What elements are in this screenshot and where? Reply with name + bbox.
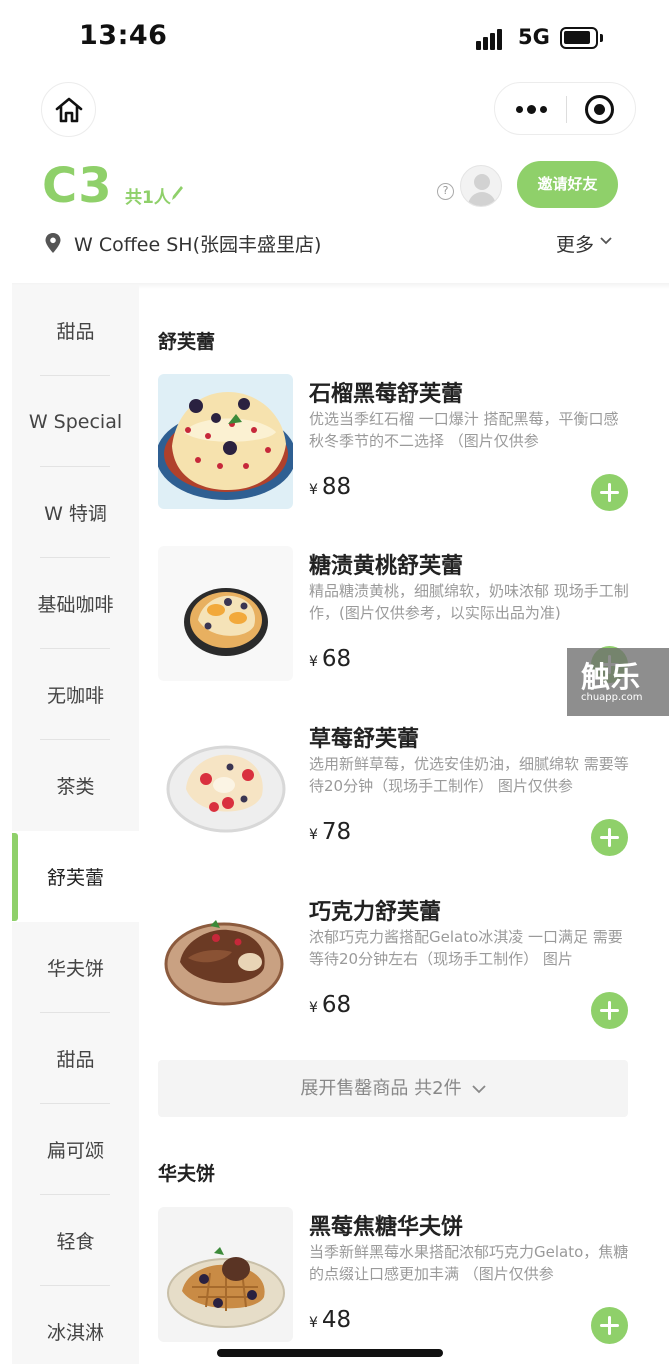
- sidebar-item-label: 基础咖啡: [37, 594, 114, 616]
- sidebar-item-no-coffee[interactable]: 无咖啡: [12, 649, 139, 740]
- sidebar-item-label: 无咖啡: [46, 685, 104, 707]
- sidebar-item-label: 舒芙蕾: [46, 867, 104, 889]
- home-icon: [55, 97, 82, 122]
- sidebar-item-dessert[interactable]: 甜品: [12, 285, 139, 376]
- product-card[interactable]: 草莓舒芙蕾 选用新鲜草莓，优选安佳奶油，细腻绵软 需要等待20分钟（现场手工制作…: [158, 719, 633, 856]
- product-image: [158, 719, 293, 854]
- currency-symbol: ¥: [309, 654, 318, 670]
- sidebar-item-label: 扁可颂: [46, 1140, 104, 1162]
- chevron-down-icon: [471, 1084, 486, 1093]
- sidebar-item-label: 轻食: [56, 1231, 95, 1253]
- price-value: 68: [321, 992, 352, 1018]
- currency-symbol: ¥: [309, 482, 318, 498]
- sidebar-item-waffle[interactable]: 华夫饼: [12, 922, 139, 1013]
- add-to-cart-button[interactable]: [591, 474, 628, 511]
- people-count[interactable]: 共1人: [125, 183, 171, 208]
- section-title-souffle: 舒芙蕾: [158, 331, 216, 353]
- home-indicator[interactable]: [217, 1349, 443, 1357]
- sidebar-item-label: 华夫饼: [46, 958, 104, 980]
- sidebar-item-w-signature[interactable]: W 特调: [12, 467, 139, 558]
- mini-program-capsule: [494, 82, 636, 135]
- store-row[interactable]: W Coffee SH(张园丰盛里店) 更多: [44, 228, 624, 258]
- status-time: 13:46: [79, 20, 168, 51]
- product-card[interactable]: 黑莓焦糖华夫饼 当季新鲜黑莓水果搭配浓郁巧克力Gelato，焦糖的点缀让口感更加…: [158, 1207, 633, 1344]
- chevron-down-icon[interactable]: [600, 237, 612, 245]
- invite-friends-button[interactable]: 邀请好友: [517, 161, 618, 208]
- section-title-waffle: 华夫饼: [158, 1163, 216, 1185]
- price-value: 78: [321, 819, 352, 845]
- sidebar-item-w-special[interactable]: W Special: [12, 376, 139, 467]
- product-desc: 优选当季红石榴 一口爆汁 搭配黑莓，平衡口感 秋冬季节的不二选择 （图片仅供参: [309, 410, 619, 450]
- product-name: 巧克力舒芙蕾: [309, 900, 442, 925]
- add-to-cart-button[interactable]: [591, 1307, 628, 1344]
- sidebar-item-label: W Special: [28, 410, 123, 433]
- more-options-icon[interactable]: [513, 83, 549, 136]
- store-name: W Coffee SH(张园丰盛里店): [74, 234, 322, 256]
- product-image: [158, 546, 293, 681]
- close-target-icon[interactable]: [585, 95, 614, 124]
- watermark-title: 触乐: [581, 660, 642, 694]
- sidebar-item-label: 茶类: [56, 776, 95, 798]
- avatar[interactable]: [460, 165, 502, 207]
- add-to-cart-button[interactable]: [591, 819, 628, 856]
- sidebar-item-light-meal[interactable]: 轻食: [12, 1195, 139, 1286]
- product-name: 糖渍黄桃舒芙蕾: [309, 554, 464, 579]
- sidebar-item-tea[interactable]: 茶类: [12, 740, 139, 831]
- product-desc: 精品糖渍黄桃，细腻绵软，奶味浓郁 现场手工制作，(图片仅供参考，以实际出品为准): [309, 582, 629, 622]
- product-price: ¥68: [309, 992, 351, 1018]
- price-value: 48: [321, 1307, 352, 1333]
- product-name: 黑莓焦糖华夫饼: [309, 1215, 464, 1240]
- sidebar-item-label: W 特调: [44, 503, 107, 525]
- battery-icon: [560, 27, 603, 49]
- sidebar-item-label: 甜品: [56, 1049, 95, 1071]
- product-price: ¥78: [309, 819, 351, 845]
- watermark-subtitle: chuapp.com: [581, 692, 643, 703]
- product-desc: 当季新鲜黑莓水果搭配浓郁巧克力Gelato，焦糖的点缀让口感更加丰满 （图片仅供…: [309, 1243, 629, 1283]
- capsule-divider: [566, 96, 567, 123]
- network-type: 5G: [518, 25, 550, 49]
- pencil-icon[interactable]: [170, 184, 184, 202]
- currency-symbol: ¥: [309, 1000, 318, 1016]
- currency-symbol: ¥: [309, 1315, 318, 1331]
- sidebar-item-flat-croissant[interactable]: 扁可颂: [12, 1104, 139, 1195]
- sidebar-item-basic-coffee[interactable]: 基础咖啡: [12, 558, 139, 649]
- product-card[interactable]: 糖渍黄桃舒芙蕾 精品糖渍黄桃，细腻绵软，奶味浓郁 现场手工制作，(图片仅供参考，…: [158, 546, 633, 683]
- product-image: [158, 892, 293, 1027]
- product-price: ¥48: [309, 1307, 351, 1333]
- product-card[interactable]: 巧克力舒芙蕾 浓郁巧克力酱搭配Gelato冰淇凌 一口满足 需要等待20分钟左右…: [158, 892, 633, 1029]
- signal-icon: [476, 28, 510, 50]
- product-desc: 选用新鲜草莓，优选安佳奶油，细腻绵软 需要等待20分钟（现场手工制作） 图片仅供…: [309, 755, 629, 795]
- sidebar-item-ice-cream[interactable]: 冰淇淋: [12, 1286, 139, 1364]
- home-button[interactable]: [41, 82, 96, 137]
- add-to-cart-button[interactable]: [591, 992, 628, 1029]
- price-value: 88: [321, 474, 352, 500]
- sidebar-item-souffle[interactable]: 舒芙蕾: [12, 831, 139, 922]
- watermark: 触乐 chuapp.com: [567, 648, 669, 716]
- product-name: 草莓舒芙蕾: [309, 727, 420, 752]
- currency-symbol: ¥: [309, 827, 318, 843]
- product-name: 石榴黑莓舒芙蕾: [309, 382, 464, 407]
- price-value: 68: [321, 646, 352, 672]
- sidebar-item-label: 冰淇淋: [46, 1322, 104, 1344]
- product-price: ¥88: [309, 474, 351, 500]
- status-bar: 13:46 5G: [0, 0, 669, 80]
- product-desc: 浓郁巧克力酱搭配Gelato冰淇凌 一口满足 需要等待20分钟左右（现场手工制作…: [309, 928, 623, 968]
- product-price: ¥68: [309, 646, 351, 672]
- table-number: C3: [42, 158, 113, 214]
- category-sidebar: 甜品 W Special W 特调 基础咖啡 无咖啡 茶类 舒芙蕾 华夫饼 甜品…: [12, 285, 139, 1364]
- more-link[interactable]: 更多: [556, 230, 594, 257]
- help-icon[interactable]: ?: [437, 183, 454, 200]
- sidebar-item-dessert-2[interactable]: 甜品: [12, 1013, 139, 1104]
- expand-sold-out-button[interactable]: 展开售罄商品 共2件: [158, 1060, 628, 1117]
- sidebar-item-label: 甜品: [56, 321, 95, 343]
- product-image: [158, 374, 293, 509]
- location-pin-icon: [45, 233, 61, 253]
- expand-sold-out-label: 展开售罄商品 共2件: [300, 1078, 462, 1099]
- product-card[interactable]: 石榴黑莓舒芙蕾 优选当季红石榴 一口爆汁 搭配黑莓，平衡口感 秋冬季节的不二选择…: [158, 374, 633, 511]
- product-image: [158, 1207, 293, 1342]
